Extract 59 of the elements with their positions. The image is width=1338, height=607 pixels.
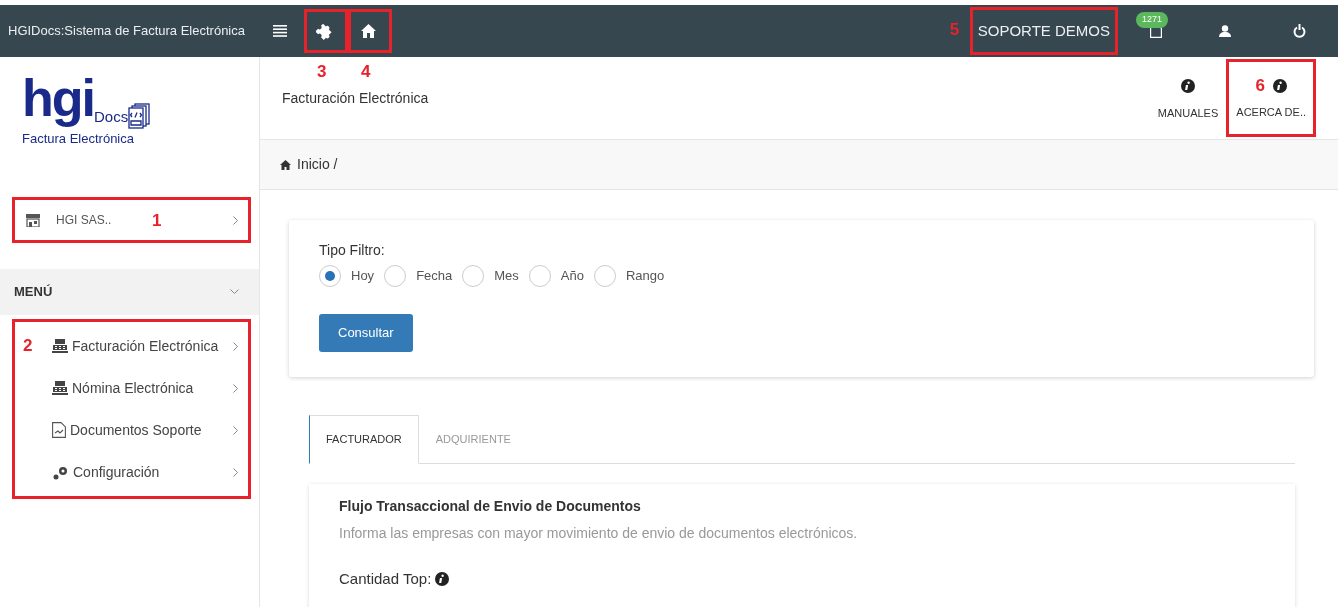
- store-icon: [26, 213, 40, 227]
- document-icon: [52, 422, 66, 438]
- callout-number: 5: [949, 20, 960, 38]
- callout-number: 6: [1255, 77, 1265, 94]
- radio-option[interactable]: Fecha: [384, 265, 453, 287]
- callout-number: 1: [152, 211, 162, 229]
- callout-number: 2: [23, 337, 33, 354]
- radio-option[interactable]: Mes: [462, 265, 519, 287]
- menu-item-label: Configuración: [73, 462, 160, 482]
- chevron-icon: [233, 341, 239, 351]
- menu-item-label: Documentos Soporte: [70, 420, 202, 440]
- filter-label: Tipo Filtro:: [319, 241, 386, 260]
- menu-item-label: Nómina Electrónica: [72, 378, 194, 398]
- menu-item[interactable]: Nómina Electrónica: [52, 367, 239, 409]
- field-label: Cantidad Top:: [339, 568, 432, 589]
- breadcrumb[interactable]: Inicio /: [297, 154, 338, 175]
- logo-suffix: Docs: [94, 107, 129, 128]
- callout-number: 3: [317, 63, 327, 80]
- menu-item[interactable]: Facturación Electrónica: [52, 325, 239, 367]
- menu-header[interactable]: MENÚ: [0, 269, 259, 315]
- puzzle-icon: [315, 22, 333, 40]
- panel-title: Flujo Transaccional de Envio de Documentos: [339, 496, 642, 516]
- radio-option[interactable]: Año: [528, 265, 584, 287]
- home-icon: [280, 159, 291, 170]
- user-name[interactable]: SOPORTE DEMOS: [969, 6, 1118, 56]
- info-icon: [1181, 78, 1196, 93]
- header-link[interactable]: ACERCA DE..: [1236, 104, 1306, 121]
- logo-text: hgi: [22, 69, 94, 129]
- user-icon: [1219, 25, 1231, 37]
- gears-icon: [52, 464, 69, 480]
- chevron-icon: [233, 383, 239, 393]
- app-title: HGIDocs:Sistema de Factura Electrónica: [7, 22, 246, 41]
- info-icon: [435, 571, 450, 586]
- home-icon: [360, 24, 376, 38]
- cash-register-icon: [52, 339, 68, 353]
- consultar-button[interactable]: Consultar: [319, 314, 413, 352]
- power-icon: [1292, 24, 1306, 38]
- menu-item-label: Facturación Electrónica: [72, 336, 219, 356]
- company-name: HGI SAS..: [56, 212, 112, 229]
- menu-item[interactable]: Documentos Soporte: [52, 409, 239, 451]
- header-link[interactable]: MANUALES: [1149, 64, 1227, 132]
- count-badge: 1271: [1136, 12, 1169, 28]
- chevron-icon: [233, 425, 239, 435]
- menu-item[interactable]: Configuración: [52, 451, 239, 493]
- cash-register-icon: [52, 381, 68, 395]
- tab[interactable]: FACTURADOR: [309, 415, 419, 464]
- chevron-icon: [233, 215, 239, 225]
- radio-option[interactable]: Hoy: [319, 265, 375, 287]
- company-selector[interactable]: HGI SAS..: [12, 197, 152, 243]
- page-title: Facturación Electrónica: [282, 88, 429, 108]
- logo-tagline: Factura Electrónica: [22, 129, 135, 148]
- menu-icon: [273, 25, 287, 37]
- menu-title: MENÚ: [14, 283, 53, 302]
- info-icon: [1272, 78, 1287, 93]
- panel-subtitle: Informa las empresas con mayor movimiento de envio de documentos electrónicos.: [339, 523, 859, 543]
- radio-option[interactable]: Rango: [593, 265, 665, 287]
- callout-number: 4: [361, 63, 371, 80]
- document-stack-icon: [128, 102, 151, 129]
- chevron-icon: [233, 467, 239, 477]
